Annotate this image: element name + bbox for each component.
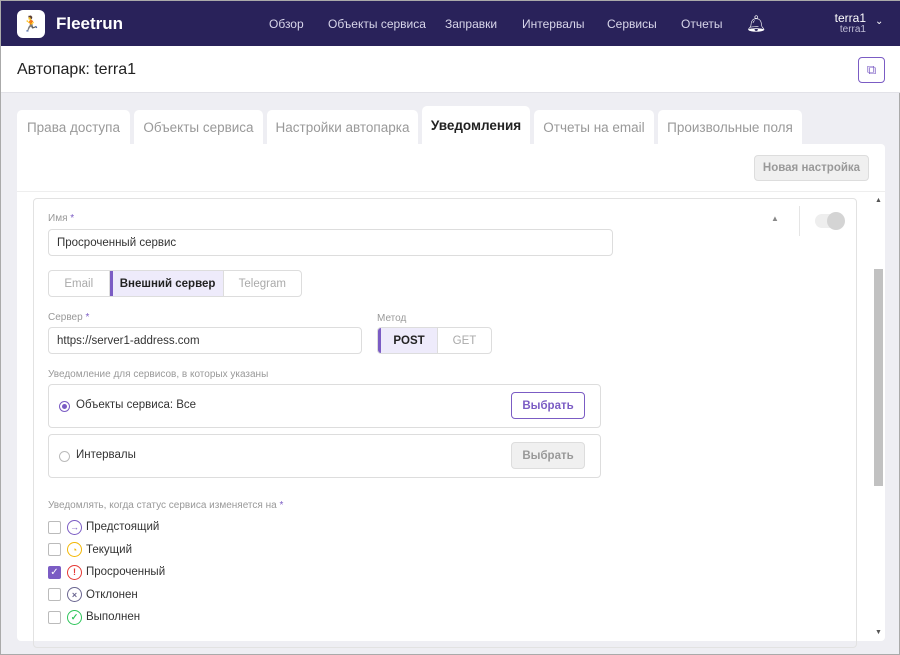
divider: [799, 206, 800, 236]
collapse-icon[interactable]: ▲: [771, 214, 779, 223]
method-selector: POST GET: [377, 327, 492, 354]
scope-option-label: Объекты сервиса: Все: [76, 399, 197, 411]
nav-reports[interactable]: Отчеты: [681, 17, 722, 31]
status-icon: ✓: [67, 609, 82, 625]
channel-selector: Email Внешний сервер Telegram: [48, 270, 302, 297]
method-label: Метод: [377, 313, 407, 324]
user-sub: terra1: [839, 24, 866, 35]
status-checkbox[interactable]: [48, 520, 61, 534]
name-input[interactable]: Просроченный сервис: [48, 229, 613, 256]
user-name: terra1: [834, 11, 866, 25]
scroll-up-icon[interactable]: ▲: [875, 197, 882, 204]
scope-label: Уведомление для сервисов, в которых указ…: [48, 369, 269, 380]
tab-email-reports[interactable]: Отчеты на email: [534, 110, 654, 144]
status-icon: !: [67, 564, 82, 580]
scope-option-objects[interactable]: Объекты сервиса: Все Выбрать: [48, 384, 601, 428]
status-checkbox[interactable]: ✓: [48, 565, 61, 579]
status-icon: ◔: [67, 542, 82, 557]
tab-service-objects[interactable]: Объекты сервиса: [134, 110, 263, 144]
user-menu[interactable]: terra1 terra1: [835, 12, 866, 36]
nav-fuel[interactable]: Заправки: [445, 17, 497, 31]
status-label-text: Текущий: [86, 543, 132, 556]
new-setting-button[interactable]: Новая настройка: [754, 155, 869, 181]
scope-option-label: Интервалы: [76, 449, 136, 461]
status-label: Уведомлять, когда статус сервиса изменяе…: [48, 500, 284, 511]
select-intervals-button[interactable]: Выбрать: [511, 442, 585, 469]
status-label-text: Предстоящий: [86, 521, 160, 533]
status-item[interactable]: × Отклонен: [48, 587, 138, 603]
nav-services[interactable]: Сервисы: [607, 17, 657, 31]
chevron-down-icon[interactable]: ⌄: [875, 16, 883, 27]
nav-intervals[interactable]: Интервалы: [522, 17, 585, 31]
status-item[interactable]: → Предстоящий: [48, 519, 159, 535]
status-item[interactable]: ✓! Просроченный: [48, 564, 165, 580]
enable-toggle[interactable]: [815, 212, 845, 230]
channel-telegram[interactable]: Telegram: [224, 271, 301, 296]
status-checkbox[interactable]: [48, 543, 61, 556]
bell-icon[interactable]: 🔔︎: [746, 14, 766, 34]
status-label-text: Отклонен: [86, 588, 138, 601]
status-checkbox[interactable]: [48, 588, 61, 601]
name-label: Имя *: [48, 213, 75, 224]
status-item[interactable]: ◔ Текущий: [48, 542, 132, 558]
fleetrun-logo[interactable]: 🏃: [17, 10, 45, 38]
status-icon: →: [67, 519, 82, 535]
nav-overview[interactable]: Обзор: [269, 17, 304, 31]
radio-objects[interactable]: [59, 401, 70, 412]
divider: [17, 191, 885, 192]
radio-intervals[interactable]: [59, 451, 70, 462]
tab-access[interactable]: Права доступа: [17, 110, 130, 144]
channel-email[interactable]: Email: [49, 271, 110, 296]
channel-external-server[interactable]: Внешний сервер: [109, 271, 224, 296]
scroll-down-icon[interactable]: ▼: [875, 629, 882, 636]
server-input[interactable]: https://server1-address.com: [48, 327, 362, 354]
status-item[interactable]: ✓ Выполнен: [48, 609, 140, 625]
brand-name: Fleetrun: [56, 14, 124, 33]
server-label: Сервер *: [48, 312, 90, 323]
status-label-text: Просроченный: [86, 566, 166, 578]
status-checkbox[interactable]: [48, 610, 61, 624]
select-objects-button[interactable]: Выбрать: [511, 392, 585, 419]
status-label-text: Выполнен: [86, 611, 141, 623]
scope-option-intervals[interactable]: Интервалы Выбрать: [48, 434, 601, 478]
method-post[interactable]: POST: [378, 328, 438, 353]
tab-custom-fields[interactable]: Произвольные поля: [658, 110, 802, 144]
nav-service-objects[interactable]: Объекты сервиса: [328, 17, 426, 31]
page-title: Автопарк: terra1: [17, 61, 137, 78]
copy-button[interactable]: ⧉: [858, 57, 885, 83]
tab-notifications[interactable]: Уведомления: [422, 106, 530, 144]
status-icon: ×: [67, 587, 82, 602]
tab-fleet-settings[interactable]: Настройки автопарка: [267, 110, 418, 144]
scrollbar-thumb[interactable]: [874, 269, 883, 486]
method-get[interactable]: GET: [438, 328, 491, 353]
